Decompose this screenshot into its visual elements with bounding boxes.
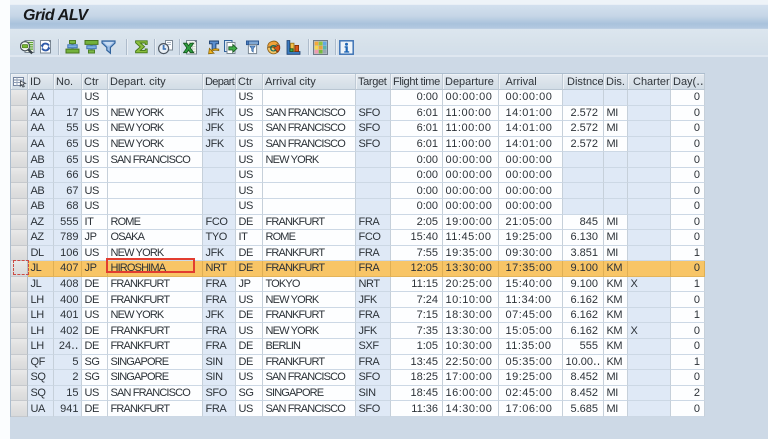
- svg-text:C: C: [270, 43, 277, 54]
